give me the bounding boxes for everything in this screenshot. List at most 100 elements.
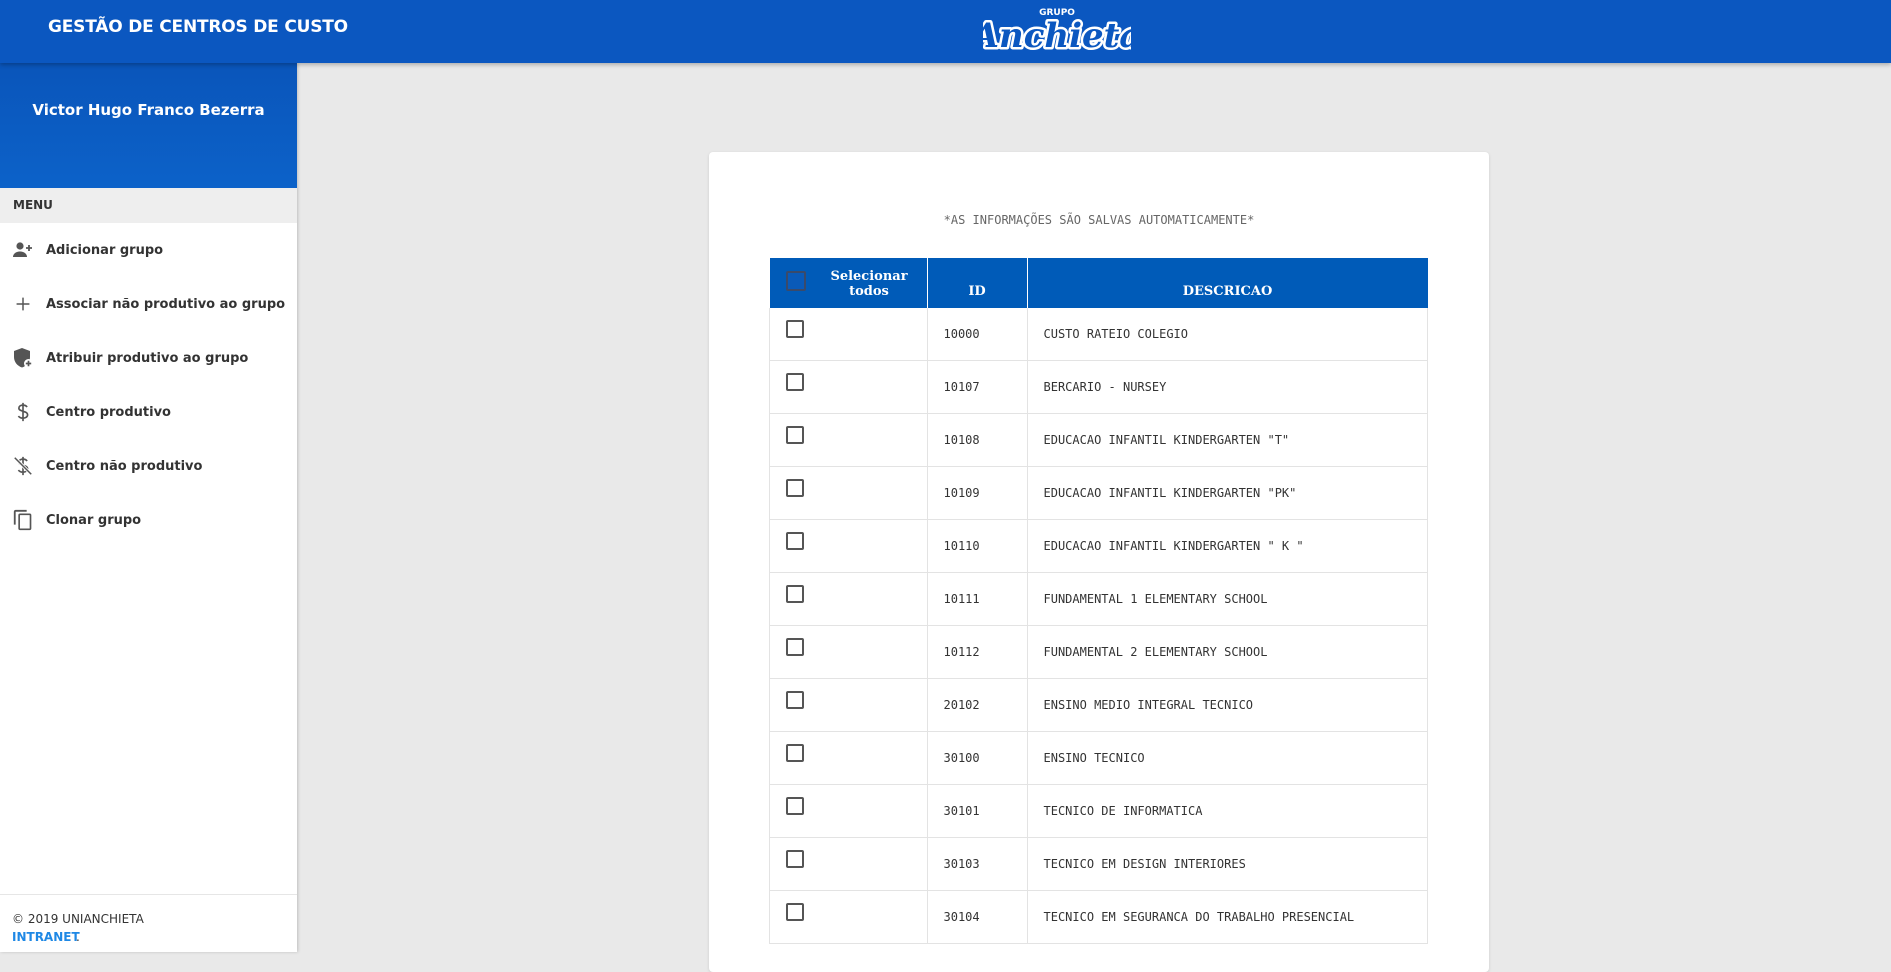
- table-row: 30104 TECNICO EM SEGURANCA DO TRABALHO P…: [769, 890, 1428, 944]
- row-checkbox[interactable]: [786, 903, 804, 921]
- row-checkbox[interactable]: [786, 744, 804, 762]
- row-select-cell: [769, 519, 928, 573]
- menu-item-label: Centro produtivo: [46, 404, 171, 420]
- row-select-cell: [769, 360, 928, 414]
- table-row: 10112 FUNDAMENTAL 2 ELEMENTARY SCHOOL: [769, 625, 1428, 679]
- row-select-cell: [769, 466, 928, 520]
- dollar-icon: [0, 400, 46, 424]
- row-descricao: ENSINO TECNICO: [1027, 731, 1428, 785]
- table-row: 30100 ENSINO TECNICO: [769, 731, 1428, 785]
- row-checkbox[interactable]: [786, 479, 804, 497]
- user-panel: Victor Hugo Franco Bezerra: [0, 63, 297, 188]
- row-checkbox[interactable]: [786, 373, 804, 391]
- table-row: 10108 EDUCACAO INFANTIL KINDERGARTEN "T": [769, 413, 1428, 467]
- plus-icon: [0, 293, 46, 315]
- table-row: 10109 EDUCACAO INFANTIL KINDERGARTEN "PK…: [769, 466, 1428, 520]
- top-app-bar: GESTÃO DE CENTROS DE CUSTO GRUPO Anchiet…: [0, 0, 1891, 63]
- row-id: 20102: [927, 678, 1028, 732]
- sidebar: Victor Hugo Franco Bezerra MENU Adiciona…: [0, 63, 297, 952]
- table-row: 30103 TECNICO EM DESIGN INTERIORES: [769, 837, 1428, 891]
- column-header-descricao-label: DESCRICAO: [1182, 284, 1273, 299]
- menu-item-adicionar-grupo[interactable]: Adicionar grupo: [0, 223, 297, 277]
- row-id: 10110: [927, 519, 1028, 573]
- row-descricao: TECNICO DE INFORMATICA: [1027, 784, 1428, 838]
- menu-item-label: Adicionar grupo: [46, 242, 164, 258]
- row-descricao: FUNDAMENTAL 1 ELEMENTARY SCHOOL: [1027, 572, 1428, 626]
- select-all-checkbox[interactable]: [785, 271, 806, 291]
- row-id: 10111: [927, 572, 1028, 626]
- row-id: 10109: [927, 466, 1028, 520]
- row-select-cell: [769, 572, 928, 626]
- table-row: 20102 ENSINO MEDIO INTEGRAL TECNICO: [769, 678, 1428, 732]
- menu-item-clonar-grupo[interactable]: Clonar grupo: [0, 493, 297, 547]
- row-select-cell: [769, 890, 928, 944]
- row-id: 30103: [927, 837, 1028, 891]
- table-row: 10107 BERCARIO - NURSEY: [769, 360, 1428, 414]
- row-checkbox[interactable]: [786, 585, 804, 603]
- row-id: 30104: [927, 890, 1028, 944]
- sidebar-footer: © 2019 UNIANCHIETA INTRANET .: [0, 894, 297, 952]
- row-select-cell: [769, 784, 928, 838]
- row-select-cell: [769, 678, 928, 732]
- row-id: 30101: [927, 784, 1028, 838]
- row-checkbox[interactable]: [786, 850, 804, 868]
- menu-header: MENU: [0, 188, 297, 223]
- row-checkbox[interactable]: [786, 691, 804, 709]
- row-descricao: TECNICO EM SEGURANCA DO TRABALHO PRESENC…: [1027, 890, 1428, 944]
- menu-item-associar-nao-produtivo[interactable]: Associar não produtivo ao grupo: [0, 277, 297, 331]
- add-user-icon: [0, 238, 46, 262]
- row-descricao: ENSINO MEDIO INTEGRAL TECNICO: [1027, 678, 1428, 732]
- row-descricao: CUSTO RATEIO COLEGIO: [1027, 308, 1428, 361]
- row-descricao: TECNICO EM DESIGN INTERIORES: [1027, 837, 1428, 891]
- intranet-dot: .: [76, 930, 80, 944]
- row-descricao: EDUCACAO INFANTIL KINDERGARTEN "PK": [1027, 466, 1428, 520]
- table-header-row: Selecionar todos ID DESCRICAO: [769, 258, 1428, 308]
- menu-item-centro-nao-produtivo[interactable]: Centro não produtivo: [0, 439, 297, 493]
- column-header-id: ID: [927, 258, 1028, 308]
- row-checkbox[interactable]: [786, 797, 804, 815]
- row-id: 10000: [927, 308, 1028, 361]
- copy-icon: [0, 508, 46, 532]
- app-title: GESTÃO DE CENTROS DE CUSTO: [48, 17, 348, 37]
- dollar-off-icon: [0, 454, 46, 478]
- intranet-link[interactable]: INTRANET: [12, 930, 80, 944]
- table-row: 10110 EDUCACAO INFANTIL KINDERGARTEN " K…: [769, 519, 1428, 573]
- row-select-cell: [769, 625, 928, 679]
- row-id: 10112: [927, 625, 1028, 679]
- row-descricao: BERCARIO - NURSEY: [1027, 360, 1428, 414]
- row-descricao: FUNDAMENTAL 2 ELEMENTARY SCHOOL: [1027, 625, 1428, 679]
- row-checkbox[interactable]: [786, 638, 804, 656]
- row-descricao: EDUCACAO INFANTIL KINDERGARTEN "T": [1027, 413, 1428, 467]
- menu-item-label: Atribuir produtivo ao grupo: [46, 350, 249, 366]
- cost-center-table: Selecionar todos ID DESCRICAO 10000 CUST…: [769, 258, 1428, 944]
- copyright-text: © 2019 UNIANCHIETA: [12, 912, 144, 926]
- row-checkbox[interactable]: [786, 426, 804, 444]
- row-select-cell: [769, 308, 928, 361]
- shield-add-icon: [0, 346, 46, 370]
- menu-item-label: Centro não produtivo: [46, 458, 203, 474]
- row-select-cell: [769, 837, 928, 891]
- select-all-label[interactable]: Selecionar todos: [812, 269, 927, 299]
- logo-main-text: Anchieta: [983, 16, 1131, 56]
- user-name: Victor Hugo Franco Bezerra: [32, 101, 265, 119]
- column-header-id-label: ID: [968, 284, 986, 299]
- row-checkbox[interactable]: [786, 320, 804, 338]
- row-id: 10107: [927, 360, 1028, 414]
- select-all-header: Selecionar todos: [769, 258, 928, 308]
- menu-item-atribuir-produtivo[interactable]: Atribuir produtivo ao grupo: [0, 331, 297, 385]
- menu-item-label: Associar não produtivo ao grupo: [46, 296, 286, 312]
- row-id: 30100: [927, 731, 1028, 785]
- content-card: *AS INFORMAÇÕES SÃO SALVAS AUTOMATICAMEN…: [709, 152, 1489, 972]
- row-id: 10108: [927, 413, 1028, 467]
- table-row: 10000 CUSTO RATEIO COLEGIO: [769, 308, 1428, 361]
- autosave-notice: *AS INFORMAÇÕES SÃO SALVAS AUTOMATICAMEN…: [943, 213, 1255, 227]
- menu-item-label: Clonar grupo: [46, 512, 142, 528]
- row-select-cell: [769, 731, 928, 785]
- row-descricao: EDUCACAO INFANTIL KINDERGARTEN " K ": [1027, 519, 1428, 573]
- row-select-cell: [769, 413, 928, 467]
- grupo-anchieta-logo[interactable]: GRUPO Anchieta Anchieta: [983, 3, 1131, 59]
- menu-item-centro-produtivo[interactable]: Centro produtivo: [0, 385, 297, 439]
- table-row: 10111 FUNDAMENTAL 1 ELEMENTARY SCHOOL: [769, 572, 1428, 626]
- table-row: 30101 TECNICO DE INFORMATICA: [769, 784, 1428, 838]
- row-checkbox[interactable]: [786, 532, 804, 550]
